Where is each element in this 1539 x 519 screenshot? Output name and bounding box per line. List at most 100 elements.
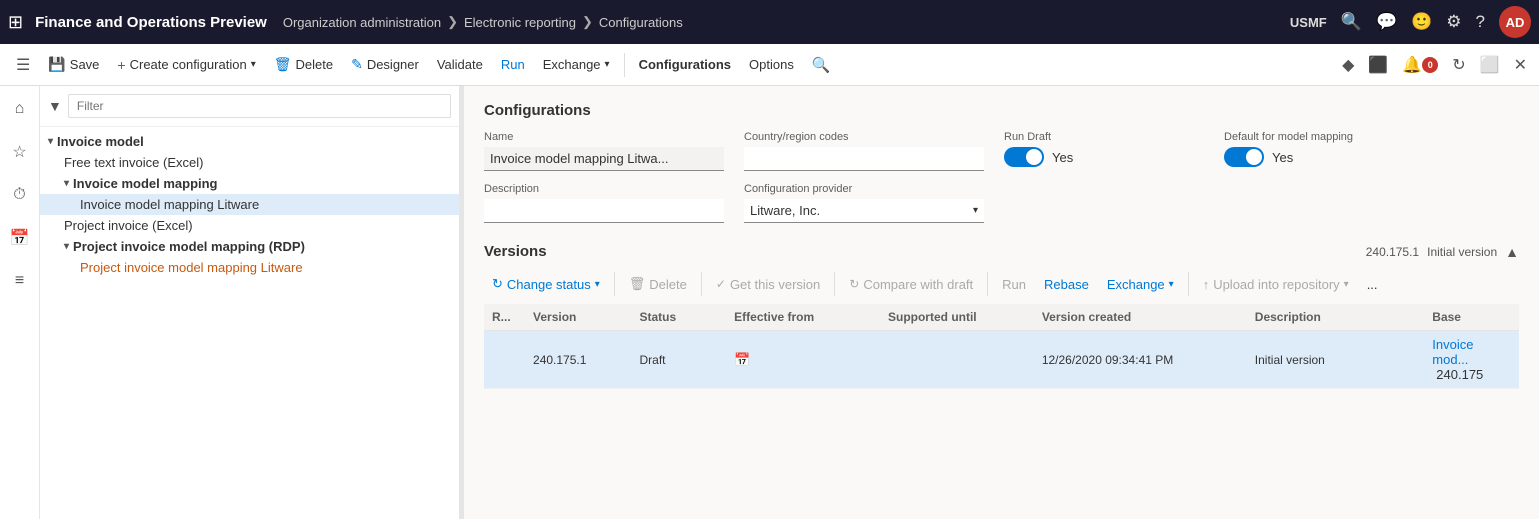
clock-icon[interactable]: ⏱ [7, 180, 31, 210]
run-draft-label: Run Draft [1004, 131, 1204, 143]
calendar-side-icon[interactable]: 📅 [4, 222, 36, 254]
designer-button[interactable]: ✎ Designer [343, 52, 427, 77]
table-row[interactable]: 240.175.1 Draft 📅 12/26/2020 09:34:41 PM… [484, 331, 1519, 389]
left-side-icons: ⌂ ☆ ⏱ 📅 ≡ [0, 86, 40, 519]
cell-effective[interactable]: 📅 [726, 331, 880, 389]
versions-collapse-icon[interactable]: ▲ [1505, 244, 1519, 260]
create-configuration-button[interactable]: + Create configuration ▾ [109, 53, 263, 77]
upload-repository-button[interactable]: ↑ Upload into repository ▾ [1195, 274, 1357, 295]
change-status-label: Change status [507, 277, 591, 292]
versions-run-label: Run [1002, 277, 1026, 292]
star-icon[interactable]: ☆ [6, 136, 32, 168]
versions-more-label: ... [1367, 277, 1378, 292]
diamond-icon[interactable]: ◆ [1338, 51, 1358, 79]
designer-icon: ✎ [351, 56, 363, 73]
change-status-spin-icon: ↻ [492, 276, 503, 292]
toolbar-search-icon[interactable]: 🔍 [804, 52, 839, 78]
company-label: USMF [1290, 15, 1327, 30]
configurations-form: Name Country/region codes Run Draft Yes … [484, 131, 1519, 223]
col-header-base: Base [1424, 304, 1519, 331]
search-icon[interactable]: 🔍 [1341, 12, 1362, 32]
hamburger-button[interactable]: ☰ [8, 51, 38, 79]
upload-label: Upload into repository [1213, 277, 1339, 292]
notifications-badge-icon[interactable]: 🔔0 [1398, 51, 1442, 79]
versions-exchange-button[interactable]: Exchange ▾ [1099, 274, 1182, 295]
user-avatar[interactable]: AD [1499, 6, 1531, 38]
tree-item-invoice-model[interactable]: ▾ Invoice model [40, 131, 459, 152]
filter-input[interactable] [68, 94, 451, 118]
compare-draft-button[interactable]: ↻ Compare with draft [841, 274, 981, 295]
create-chevron-icon: ▾ [251, 59, 256, 70]
open-new-icon[interactable]: ⬜ [1476, 51, 1504, 79]
tree-item-invoice-model-mapping-litware[interactable]: Invoice model mapping Litware [40, 194, 459, 215]
panel-resize-handle[interactable] [460, 86, 464, 519]
base-link[interactable]: Invoice mod... [1432, 337, 1473, 367]
tree-item-free-text-invoice[interactable]: Free text invoice (Excel) [40, 152, 459, 173]
toolbar-separator-1 [624, 53, 625, 77]
versions-delete-button[interactable]: 🗑 Delete [621, 273, 695, 295]
breadcrumb-chevron-2: ❯ [582, 14, 593, 30]
breadcrumb-er[interactable]: Electronic reporting [464, 15, 576, 30]
tree-item-project-mapping-litware[interactable]: Project invoice model mapping Litware [40, 257, 459, 278]
validate-button[interactable]: Validate [429, 53, 491, 76]
cell-r [484, 331, 525, 389]
cell-created: 12/26/2020 09:34:41 PM [1034, 331, 1247, 389]
tree-item-invoice-model-mapping-group[interactable]: ▾ Invoice model mapping [40, 173, 459, 194]
col-header-description: Description [1247, 304, 1424, 331]
default-mapping-toggle[interactable] [1224, 147, 1264, 167]
tree-item-project-invoice-rdp-group[interactable]: ▾ Project invoice model mapping (RDP) [40, 236, 459, 257]
upload-chevron-icon: ▾ [1344, 279, 1349, 290]
close-icon[interactable]: ✕ [1510, 51, 1531, 79]
create-icon: + [117, 57, 125, 73]
refresh-icon[interactable]: ↻ [1448, 51, 1469, 79]
delete-label: Delete [296, 57, 334, 72]
breadcrumb-org[interactable]: Organization administration [283, 15, 441, 30]
apps-grid-icon[interactable]: ⊞ [8, 12, 23, 33]
exchange-button[interactable]: Exchange ▾ [535, 53, 618, 76]
home-icon[interactable]: ⌂ [9, 94, 31, 124]
ver-separator-3 [834, 272, 835, 296]
save-button[interactable]: 💾 Save [40, 52, 107, 77]
description-label: Description [484, 183, 724, 195]
tree-item-invoice-mapping-litware-label: Invoice model mapping Litware [80, 197, 259, 212]
versions-delete-icon: 🗑 [629, 276, 646, 292]
configurations-tab[interactable]: Configurations [631, 53, 739, 76]
rebase-button[interactable]: Rebase [1036, 274, 1097, 295]
breadcrumb-configs[interactable]: Configurations [599, 15, 683, 30]
tree-filter-row: ▼ [40, 86, 459, 127]
run-draft-toggle[interactable] [1004, 147, 1044, 167]
collapse-invoice-model-icon: ▾ [48, 136, 53, 147]
get-version-button[interactable]: ✓ Get this version [708, 274, 828, 295]
cell-base: Invoice mod... 240.175 [1424, 331, 1519, 389]
config-provider-select[interactable]: Litware, Inc. ▾ [744, 199, 984, 223]
settings-icon[interactable]: ⚙ [1446, 12, 1461, 32]
col-header-created: Version created [1034, 304, 1247, 331]
tree-item-project-invoice-excel[interactable]: Project invoice (Excel) [40, 215, 459, 236]
get-version-icon: ✓ [716, 277, 726, 291]
exchange-label: Exchange [543, 57, 601, 72]
delete-button[interactable]: 🗑 Delete [266, 52, 341, 77]
compare-draft-icon: ↻ [849, 277, 859, 291]
versions-run-button[interactable]: Run [994, 274, 1034, 295]
filter-icon[interactable]: ▼ [48, 98, 62, 114]
cell-description: Initial version [1247, 331, 1424, 389]
name-input[interactable] [484, 147, 724, 171]
change-status-button[interactable]: ↻ Change status ▾ [484, 273, 608, 295]
sidebar-toggle-icon[interactable]: ⬛ [1364, 51, 1392, 79]
ver-separator-5 [1188, 272, 1189, 296]
help-icon[interactable]: ? [1476, 12, 1485, 32]
ver-separator-1 [614, 272, 615, 296]
emoji-icon[interactable]: 🙂 [1411, 12, 1432, 32]
calendar-picker-icon[interactable]: 📅 [734, 352, 750, 367]
versions-header-right: 240.175.1 Initial version ▲ [1366, 244, 1519, 260]
options-tab[interactable]: Options [741, 53, 802, 76]
country-input[interactable] [744, 147, 984, 171]
notifications-icon[interactable]: 💬 [1376, 12, 1397, 32]
save-label: Save [70, 57, 100, 72]
config-provider-chevron-icon: ▾ [973, 205, 978, 216]
run-button[interactable]: Run [493, 53, 533, 76]
description-input[interactable] [484, 199, 724, 223]
list-icon[interactable]: ≡ [9, 266, 30, 296]
breadcrumb-chevron-1: ❯ [447, 14, 458, 30]
versions-more-button[interactable]: ... [1359, 274, 1386, 295]
